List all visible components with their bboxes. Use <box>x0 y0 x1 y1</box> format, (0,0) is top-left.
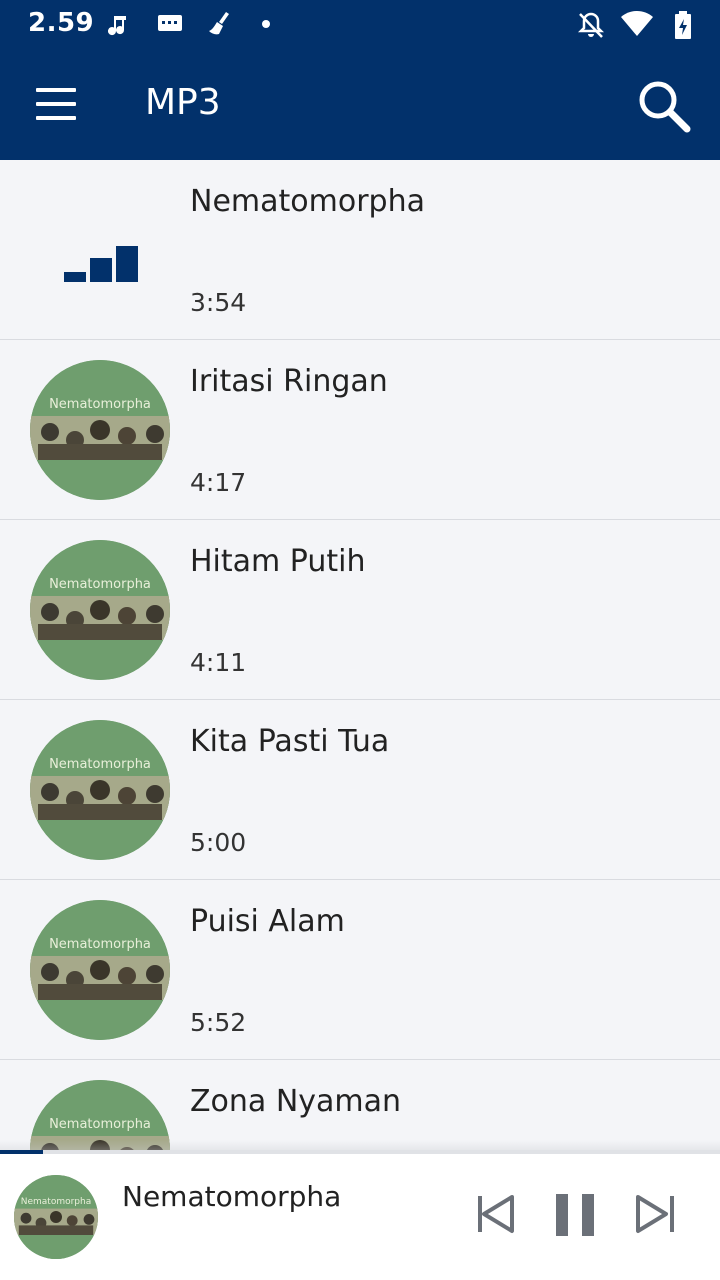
now-playing-album-art: Nematomorpha <box>14 1175 98 1259</box>
svg-text:Nematomorpha: Nematomorpha <box>21 1197 92 1207</box>
album-art: Nematomorpha <box>30 900 170 1040</box>
svg-text:Nematomorpha: Nematomorpha <box>49 757 151 772</box>
pause-icon[interactable] <box>554 1192 598 1238</box>
app-title: MP3 <box>145 82 221 123</box>
now-playing-title: Nematomorpha <box>122 1180 342 1213</box>
svg-text:Nematomorpha: Nematomorpha <box>49 1117 151 1132</box>
song-row-playing[interactable]: Nematomorpha 3:54 <box>0 160 720 340</box>
song-duration: 5:52 <box>190 1008 247 1037</box>
song-duration: 4:11 <box>190 648 247 677</box>
album-art: Nematomorpha <box>30 540 170 680</box>
svg-text:Nematomorpha: Nematomorpha <box>49 397 151 412</box>
now-playing-bar[interactable]: Nematomorpha Nematomorpha <box>0 1150 720 1280</box>
svg-text:Nematomorpha: Nematomorpha <box>49 577 151 592</box>
skip-previous-icon[interactable] <box>474 1192 518 1236</box>
song-duration: 4:17 <box>190 468 247 497</box>
song-duration: 3:54 <box>190 288 247 317</box>
song-title: Kita Pasti Tua <box>190 724 390 759</box>
message-icon <box>158 15 182 31</box>
equalizer-playing-icon <box>64 246 138 282</box>
song-list[interactable]: Nematomorpha 3:54 Nematomorpha Iritasi R… <box>0 160 720 1150</box>
music-note-icon <box>108 16 126 36</box>
song-row[interactable]: Nematomorpha Kita Pasti Tua 5:00 <box>0 700 720 880</box>
notifications-off-icon <box>577 12 605 38</box>
wifi-icon <box>621 11 653 36</box>
song-duration: 5:00 <box>190 828 247 857</box>
battery-charging-icon <box>675 11 691 39</box>
album-art: Nematomorpha <box>30 360 170 500</box>
song-row[interactable]: Nematomorpha Iritasi Ringan 4:17 <box>0 340 720 520</box>
song-row[interactable]: Nematomorpha Hitam Putih 4:11 <box>0 520 720 700</box>
search-icon[interactable] <box>636 78 692 134</box>
song-row[interactable]: Nematomorpha Zona Nyaman <box>0 1060 720 1150</box>
song-title: Zona Nyaman <box>190 1084 402 1119</box>
album-art: Nematomorpha <box>30 720 170 860</box>
song-title: Puisi Alam <box>190 904 345 939</box>
app-bar: MP3 <box>0 48 720 160</box>
status-time: 2.59 <box>28 8 95 38</box>
song-title: Nematomorpha <box>190 184 425 219</box>
broom-icon <box>209 12 229 35</box>
skip-next-icon[interactable] <box>634 1192 678 1236</box>
status-bar: 2.59 <box>0 0 720 48</box>
svg-text:Nematomorpha: Nematomorpha <box>49 937 151 952</box>
playback-progress-fill <box>0 1150 44 1154</box>
song-title: Iritasi Ringan <box>190 364 388 399</box>
dot-icon <box>262 20 270 28</box>
playback-progress-bar[interactable] <box>0 1150 720 1154</box>
song-row[interactable]: Nematomorpha Puisi Alam 5:52 <box>0 880 720 1060</box>
hamburger-menu-icon[interactable] <box>36 88 76 120</box>
song-title: Hitam Putih <box>190 544 366 579</box>
